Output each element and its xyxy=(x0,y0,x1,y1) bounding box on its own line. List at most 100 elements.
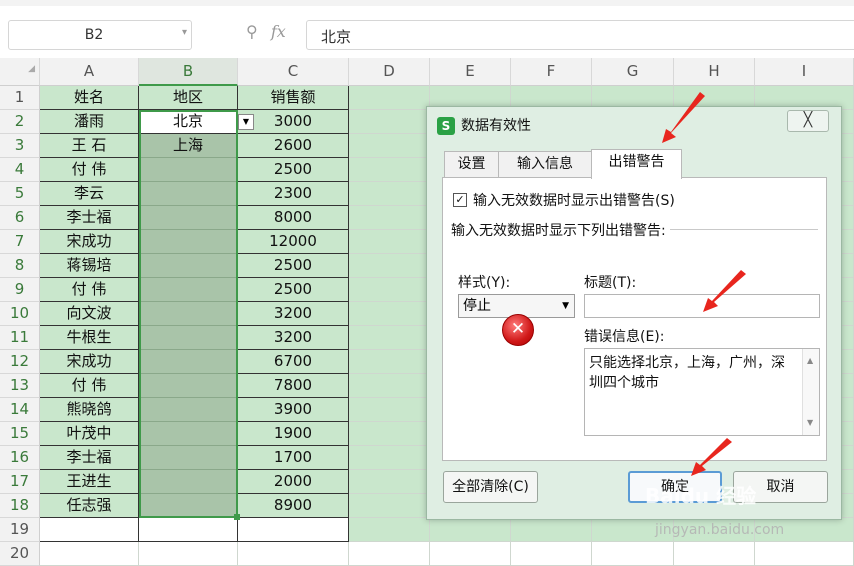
row-header[interactable]: 1 xyxy=(0,86,40,110)
cell-region[interactable] xyxy=(139,302,238,326)
cell-empty[interactable] xyxy=(349,254,430,278)
row-header[interactable]: 2 xyxy=(0,110,40,134)
cell-sales[interactable]: 1900 xyxy=(238,422,349,446)
row-header[interactable]: 4 xyxy=(0,158,40,182)
cell-empty[interactable] xyxy=(349,350,430,374)
cell-name[interactable]: 付 伟 xyxy=(40,278,139,302)
cell-name[interactable]: 付 伟 xyxy=(40,374,139,398)
cell-empty[interactable] xyxy=(349,398,430,422)
cell-name[interactable]: 牛根生 xyxy=(40,326,139,350)
cell-region[interactable] xyxy=(139,470,238,494)
cell-sales[interactable]: 2600 xyxy=(238,134,349,158)
cell-empty[interactable] xyxy=(349,110,430,134)
cell-empty[interactable] xyxy=(349,278,430,302)
row-header[interactable]: 19 xyxy=(0,518,40,542)
cell-empty[interactable] xyxy=(349,206,430,230)
cell-name[interactable] xyxy=(40,542,139,566)
cell-sales[interactable]: 2500 xyxy=(238,158,349,182)
cell-sales[interactable]: 2300 xyxy=(238,182,349,206)
cell-empty[interactable] xyxy=(349,518,430,542)
cell-empty[interactable] xyxy=(349,470,430,494)
cell-region[interactable] xyxy=(139,326,238,350)
cell-empty[interactable] xyxy=(349,230,430,254)
cell-name[interactable]: 李云 xyxy=(40,182,139,206)
column-header-i[interactable]: I xyxy=(755,58,854,86)
clear-all-button[interactable]: 全部清除(C) xyxy=(443,471,538,503)
row-header[interactable]: 16 xyxy=(0,446,40,470)
cell-region[interactable] xyxy=(139,230,238,254)
cell-region[interactable] xyxy=(139,206,238,230)
cell-region[interactable]: 地区 xyxy=(139,86,238,110)
cell-empty[interactable] xyxy=(349,158,430,182)
cell-name[interactable]: 熊晓鸽 xyxy=(40,398,139,422)
cell-sales[interactable]: 12000 xyxy=(238,230,349,254)
cell-region[interactable] xyxy=(139,158,238,182)
cell-name[interactable]: 潘雨 xyxy=(40,110,139,134)
cell-sales[interactable]: 2500 xyxy=(238,254,349,278)
cell-empty[interactable] xyxy=(349,134,430,158)
cell-sales[interactable]: 7800 xyxy=(238,374,349,398)
row-header[interactable]: 17 xyxy=(0,470,40,494)
cell-name[interactable] xyxy=(40,518,139,542)
row-header[interactable]: 11 xyxy=(0,326,40,350)
cell-empty[interactable] xyxy=(349,86,430,110)
cell-empty[interactable] xyxy=(349,182,430,206)
cell-empty[interactable] xyxy=(349,302,430,326)
cell-name[interactable]: 任志强 xyxy=(40,494,139,518)
cell-name[interactable]: 李士福 xyxy=(40,446,139,470)
column-header-e[interactable]: E xyxy=(430,58,511,86)
name-box-dropdown-icon[interactable]: ▾ xyxy=(182,27,187,38)
column-header-d[interactable]: D xyxy=(349,58,430,86)
scroll-down-icon[interactable]: ▼ xyxy=(807,413,813,433)
cell-empty[interactable] xyxy=(349,494,430,518)
scroll-up-icon[interactable]: ▲ xyxy=(807,351,813,371)
row-header[interactable]: 15 xyxy=(0,422,40,446)
close-icon[interactable]: ╳ xyxy=(787,110,829,132)
cell-name[interactable]: 李士福 xyxy=(40,206,139,230)
cell-region[interactable] xyxy=(139,254,238,278)
row-header[interactable]: 13 xyxy=(0,374,40,398)
column-header-f[interactable]: F xyxy=(511,58,592,86)
tab-settings[interactable]: 设置 xyxy=(444,151,499,177)
cell-sales[interactable]: 3200 xyxy=(238,302,349,326)
cell-sales[interactable]: 3000 xyxy=(238,110,349,134)
cell-sales[interactable]: 6700 xyxy=(238,350,349,374)
row-header[interactable]: 8 xyxy=(0,254,40,278)
cell-empty[interactable] xyxy=(430,518,511,542)
cell-region[interactable] xyxy=(139,374,238,398)
cell-sales[interactable]: 3900 xyxy=(238,398,349,422)
cell-region[interactable] xyxy=(139,446,238,470)
cell-empty[interactable] xyxy=(430,542,511,566)
cell-name[interactable]: 宋成功 xyxy=(40,350,139,374)
row-header[interactable]: 3 xyxy=(0,134,40,158)
tab-input-message[interactable]: 输入信息 xyxy=(498,151,592,177)
cell-empty[interactable] xyxy=(592,542,674,566)
cell-sales[interactable]: 1700 xyxy=(238,446,349,470)
row-header[interactable]: 20 xyxy=(0,542,40,566)
cell-name[interactable]: 蒋锡培 xyxy=(40,254,139,278)
cell-name[interactable]: 向文波 xyxy=(40,302,139,326)
cell-empty[interactable] xyxy=(349,542,430,566)
column-header-h[interactable]: H xyxy=(674,58,755,86)
cell-name[interactable]: 宋成功 xyxy=(40,230,139,254)
cell-name[interactable]: 付 伟 xyxy=(40,158,139,182)
zoom-formula-icon[interactable]: ⚲ xyxy=(246,22,258,41)
cell-sales[interactable]: 2500 xyxy=(238,278,349,302)
row-header[interactable]: 14 xyxy=(0,398,40,422)
fx-icon[interactable]: fx xyxy=(271,22,286,41)
column-header-g[interactable]: G xyxy=(592,58,674,86)
show-error-checkbox[interactable]: ✓ xyxy=(453,193,467,207)
cell-name[interactable]: 姓名 xyxy=(40,86,139,110)
column-header-b[interactable]: B xyxy=(139,58,238,86)
cell-empty[interactable] xyxy=(674,542,755,566)
cell-region[interactable] xyxy=(139,398,238,422)
error-message-textarea[interactable]: 只能选择北京，上海，广州，深圳四个城市 ▲ ▼ xyxy=(584,348,820,436)
cell-sales[interactable] xyxy=(238,518,349,542)
column-header-c[interactable]: C xyxy=(238,58,349,86)
row-header[interactable]: 10 xyxy=(0,302,40,326)
select-all-corner[interactable]: ◢ xyxy=(0,58,40,86)
row-header[interactable]: 5 xyxy=(0,182,40,206)
cell-empty[interactable] xyxy=(349,422,430,446)
cell-empty[interactable] xyxy=(349,374,430,398)
cell-empty[interactable] xyxy=(511,542,592,566)
